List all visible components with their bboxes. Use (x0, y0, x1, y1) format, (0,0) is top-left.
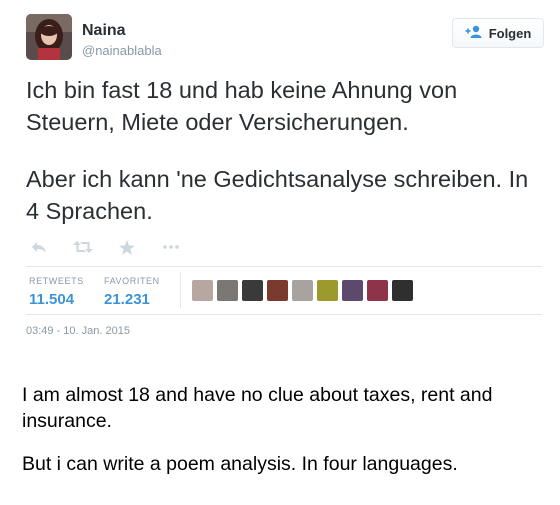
follow-button[interactable]: Folgen (452, 18, 544, 48)
reply-icon[interactable] (28, 237, 50, 257)
favoriter-avatar-8[interactable] (367, 280, 388, 301)
favoriter-avatar-2[interactable] (217, 280, 238, 301)
tweet-text: Ich bin fast 18 und hab keine Ahnung von… (26, 74, 546, 227)
user-name[interactable]: Naina (82, 22, 126, 40)
favorited-by-list (192, 280, 413, 301)
favoriter-avatar-9[interactable] (392, 280, 413, 301)
tweet-timestamp[interactable]: 03:49 - 10. Jan. 2015 (26, 325, 130, 337)
favoriter-avatar-7[interactable] (342, 280, 363, 301)
retweet-stat[interactable]: RETWEETS 11.504 (29, 276, 84, 308)
more-icon[interactable] (160, 237, 182, 257)
translation-text: I am almost 18 and have no clue about ta… (22, 382, 552, 477)
tweet-card: Naina @nainablabla Folgen Ich bin fast 1… (0, 0, 560, 505)
divider (26, 314, 542, 315)
tweet-paragraph: Ich bin fast 18 und hab keine Ahnung von… (26, 77, 458, 135)
retweet-icon[interactable] (72, 237, 94, 257)
translation-paragraph: But i can write a poem analysis. In four… (22, 453, 458, 475)
favorites-count: 21.231 (104, 291, 150, 308)
translation-paragraph: I am almost 18 and have no clue about ta… (22, 384, 493, 432)
favoriter-avatar-1[interactable] (192, 280, 213, 301)
favorites-label: FAVORITEN (104, 276, 160, 286)
favorite-icon[interactable] (116, 237, 138, 257)
retweets-label: RETWEETS (29, 276, 84, 286)
favoriter-avatar-6[interactable] (317, 280, 338, 301)
favoriter-avatar-5[interactable] (292, 280, 313, 301)
tweet-actions (28, 236, 182, 258)
divider (180, 272, 181, 308)
favoriter-avatar-3[interactable] (242, 280, 263, 301)
add-user-icon (465, 25, 483, 42)
divider (26, 266, 542, 267)
follow-button-label: Folgen (488, 25, 532, 41)
tweet-paragraph: Aber ich kann 'ne Gedichtsanalyse schrei… (26, 166, 529, 224)
favorite-stat[interactable]: FAVORITEN 21.231 (104, 276, 160, 308)
retweets-count: 11.504 (29, 291, 75, 308)
favoriter-avatar-4[interactable] (267, 280, 288, 301)
profile-avatar[interactable] (26, 14, 72, 60)
user-handle[interactable]: @nainablabla (82, 43, 162, 58)
